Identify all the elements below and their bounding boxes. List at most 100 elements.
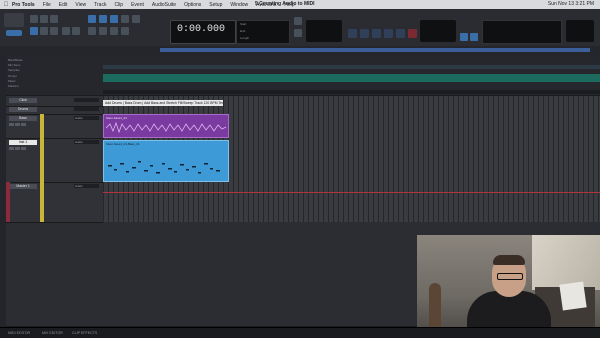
tempo-ruler-band[interactable]: [103, 74, 600, 82]
timeline-band: [103, 65, 600, 69]
zoom-preset-button[interactable]: [40, 27, 48, 35]
menu-edit[interactable]: Edit: [59, 2, 68, 8]
grid-button[interactable]: [294, 29, 302, 37]
zoom-button[interactable]: [50, 15, 58, 23]
track-color-bar: [40, 114, 44, 138]
menu-view[interactable]: View: [75, 2, 86, 8]
link-button[interactable]: [99, 27, 107, 35]
link-button[interactable]: [110, 27, 118, 35]
record-icon[interactable]: [408, 29, 417, 38]
menu-audiosuite[interactable]: AudioSuite: [152, 2, 176, 8]
track-name-bass[interactable]: Bass: [9, 116, 37, 121]
menu-track[interactable]: Track: [94, 2, 106, 8]
master-color-bar: [6, 182, 10, 222]
cursor-location-display[interactable]: [482, 20, 562, 44]
ruler-label-markers: Markers: [8, 84, 19, 89]
length-label: Length: [240, 36, 250, 40]
menu-options[interactable]: Options: [184, 2, 201, 8]
grabber-tool-icon[interactable]: [110, 15, 118, 23]
menu-app[interactable]: Pro Tools: [12, 2, 35, 8]
track-name-inst1[interactable]: Inst 1: [9, 140, 37, 145]
session-overview-bar[interactable]: [160, 48, 590, 52]
tempo-meter-display[interactable]: [420, 20, 456, 42]
tab-to-transient-button[interactable]: [88, 27, 96, 35]
selector-tool-icon[interactable]: [99, 15, 107, 23]
record-enable-button[interactable]: [9, 123, 14, 126]
track-io[interactable]: [74, 107, 99, 111]
mute-button[interactable]: [21, 147, 26, 150]
midi-merge-button[interactable]: [470, 33, 478, 41]
marker-ruler[interactable]: [103, 90, 600, 94]
track-io[interactable]: Audio: [74, 116, 99, 120]
menu-file[interactable]: File: [43, 2, 51, 8]
menubar:  Pro Tools File Edit View Track Clip Ev…: [0, 0, 600, 9]
end-label: End: [240, 29, 246, 33]
clip-title-label[interactable]: Add Drums | Bass Drum | Add Bass and Str…: [103, 100, 223, 106]
webcam-overlay: [417, 235, 600, 337]
track-inst1[interactable]: Inst 1 Audio: [6, 138, 103, 183]
music-stand-icon: [559, 281, 587, 311]
track-name-click[interactable]: Click: [9, 98, 37, 103]
window-title: 5.Counting Audio to MIDI: [255, 1, 315, 7]
track-io[interactable]: Audio: [74, 184, 99, 188]
tab-mix-editor[interactable]: MIX EDITOR: [42, 331, 63, 335]
zoom-button[interactable]: [40, 15, 48, 23]
selection-counter[interactable]: Start End Length: [236, 20, 290, 44]
playhead-line: [103, 192, 600, 193]
solo-button[interactable]: [15, 147, 20, 150]
zoom-preset-button[interactable]: [50, 27, 58, 35]
track-color-bar: [40, 182, 44, 222]
tab-midi-editor[interactable]: MIDI EDITOR: [8, 331, 30, 335]
track-io[interactable]: [74, 98, 99, 102]
start-label: Start: [240, 22, 247, 26]
trim-tool-icon[interactable]: [88, 15, 96, 23]
shuffle-mode-button[interactable]: [6, 30, 22, 36]
rewind-icon[interactable]: [360, 29, 369, 38]
scrubber-tool-icon[interactable]: [121, 15, 129, 23]
webcam-window: [532, 235, 600, 290]
pencil-tool-icon[interactable]: [132, 15, 140, 23]
grid-nudge-display[interactable]: [306, 20, 342, 42]
stop-icon[interactable]: [384, 29, 393, 38]
zoom-button[interactable]: [30, 15, 38, 23]
loop-button[interactable]: [460, 33, 468, 41]
fast-forward-icon[interactable]: [372, 29, 381, 38]
main-counter[interactable]: 0:00.000: [170, 20, 236, 44]
mute-button[interactable]: [21, 123, 26, 126]
main-counter-value: 0:00.000: [177, 24, 226, 35]
tab-clip-effects[interactable]: CLIP EFFECTS: [72, 331, 97, 335]
track-bass[interactable]: Bass Audio: [6, 114, 103, 139]
menu-event[interactable]: Event: [131, 2, 144, 8]
apple-icon[interactable]: : [0, 2, 12, 8]
audio-clip[interactable]: Stem-bass1_01: [103, 114, 229, 138]
midi-clip[interactable]: Stem-bass1_01-Bass_01: [103, 140, 229, 182]
track-name-master[interactable]: Master 1: [9, 184, 37, 189]
zoom-preset-button[interactable]: [72, 27, 80, 35]
bottom-tab-bar: MIDI EDITOR MIX EDITOR CLIP EFFECTS: [0, 327, 600, 338]
edit-mode-selector[interactable]: [4, 13, 24, 27]
menu-window[interactable]: Window: [230, 2, 248, 8]
track-master[interactable]: Master 1 Audio: [6, 182, 103, 223]
track-buttons: [9, 147, 26, 150]
menu-clip[interactable]: Clip: [114, 2, 123, 8]
nudge-button[interactable]: [294, 17, 302, 25]
record-enable-button[interactable]: [9, 147, 14, 150]
presenter-hair: [493, 255, 525, 265]
return-to-zero-icon[interactable]: [348, 29, 357, 38]
edit-window-toolbar: 0:00.000 Start End Length: [0, 9, 600, 47]
mini-counter[interactable]: [566, 20, 594, 42]
midi-notes: [108, 161, 220, 174]
track-name-drums[interactable]: Drums: [9, 107, 37, 112]
audio-waveform: [105, 121, 227, 134]
zoom-preset-button[interactable]: [30, 27, 38, 35]
ruler-labels: Bars/Beats Min:Secs Samples Tempo Meter …: [8, 58, 23, 89]
link-button[interactable]: [121, 27, 129, 35]
transport-controls: [348, 29, 417, 38]
menu-setup[interactable]: Setup: [209, 2, 222, 8]
solo-button[interactable]: [15, 123, 20, 126]
menubar-clock: Sun Nov 13 3:21 PM: [547, 1, 594, 7]
track-io[interactable]: Audio: [74, 140, 99, 144]
zoom-preset-button[interactable]: [62, 27, 70, 35]
play-icon[interactable]: [396, 29, 405, 38]
track-color-bar: [40, 138, 44, 182]
